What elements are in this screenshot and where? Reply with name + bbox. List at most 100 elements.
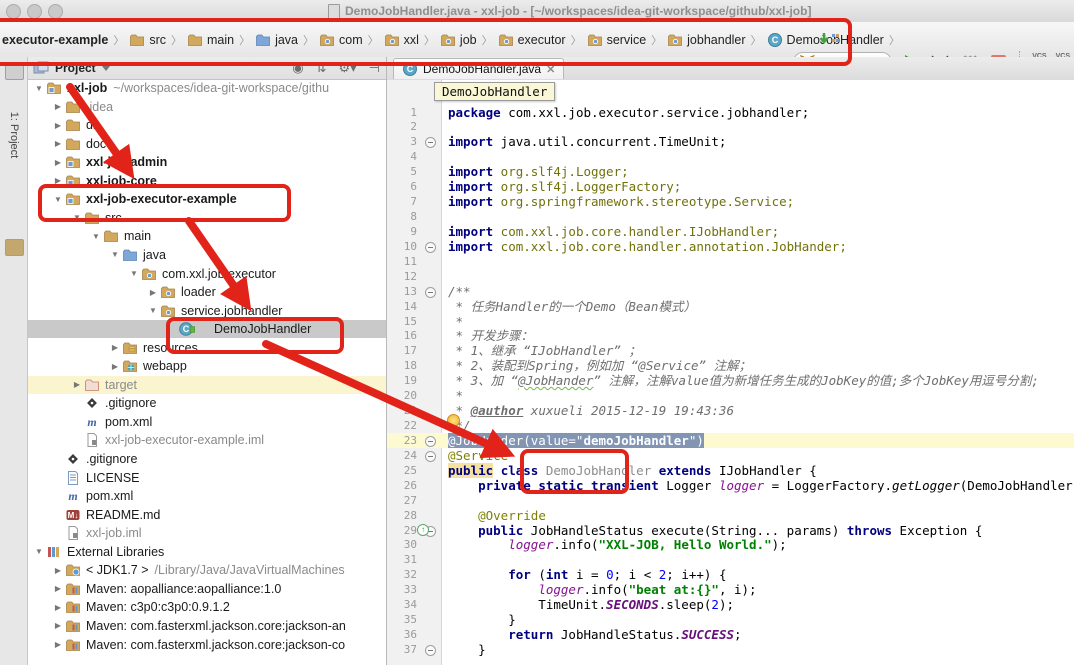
tree-item-db[interactable]: ▶db — [28, 116, 386, 134]
tree-item-com-xxl-job-executor[interactable]: ▼com.xxl.job.executor — [28, 265, 386, 283]
tree-chevron-icon[interactable]: ▼ — [51, 195, 65, 204]
tree-chevron-icon[interactable]: ▶ — [51, 102, 65, 111]
tree-chevron-icon[interactable]: ▼ — [127, 269, 141, 278]
tree-chevron-icon[interactable]: ▼ — [32, 547, 46, 556]
tree-chevron-icon[interactable]: ▼ — [32, 84, 46, 93]
tree-item-license[interactable]: LICENSE — [28, 469, 386, 487]
tree-chevron-icon[interactable]: ▶ — [51, 121, 65, 130]
tree-item-xxl-job[interactable]: ▼xxl-job~/workspaces/idea-git-workspace/… — [28, 79, 386, 97]
tree-chevron-icon[interactable]: ▼ — [70, 213, 84, 222]
tree-item-loader[interactable]: ▶loader — [28, 283, 386, 301]
fold-marker-icon[interactable] — [425, 137, 436, 148]
settings-gear-button[interactable]: ⚙▾ — [338, 60, 356, 76]
tree-item-resources[interactable]: ▶resources — [28, 339, 386, 357]
code-line-20: 20 * — [387, 388, 1074, 403]
tree-chevron-icon[interactable]: ▶ — [51, 158, 65, 167]
hide-panel-button[interactable]: ⊣ — [369, 60, 380, 76]
pkg-icon — [440, 32, 456, 48]
chevron-down-icon[interactable] — [102, 66, 110, 71]
collapse-all-button[interactable]: ⇅ — [316, 60, 327, 76]
tree-chevron-icon[interactable]: ▶ — [51, 621, 65, 630]
breadcrumb-item-java[interactable]: java — [255, 32, 298, 48]
tree-item-external-libraries[interactable]: ▼External Libraries — [28, 543, 386, 561]
intention-bulb-icon[interactable] — [447, 414, 458, 428]
tree-item-readme-md[interactable]: M↓README.md — [28, 506, 386, 524]
breadcrumb-item-service[interactable]: service — [587, 32, 647, 48]
folder-icon — [65, 99, 83, 115]
tree-item-xxl-job-executor-example[interactable]: ▼xxl-job-executor-example — [28, 190, 386, 208]
breadcrumb-item-main[interactable]: main — [187, 32, 234, 48]
code-text: @Service — [448, 448, 508, 463]
minimize-window-button[interactable] — [27, 4, 42, 19]
tree-chevron-icon[interactable]: ▼ — [146, 306, 160, 315]
fold-marker-icon[interactable] — [425, 287, 436, 298]
tree-item-demojobhandler[interactable]: CDemoJobHandler — [28, 320, 386, 338]
tree-chevron-icon[interactable]: ▶ — [51, 584, 65, 593]
tree-chevron-icon[interactable]: ▶ — [51, 566, 65, 575]
tree-item-pom-xml[interactable]: mpom.xml — [28, 413, 386, 431]
tree-item-src[interactable]: ▼src — [28, 209, 386, 227]
breadcrumb-item-jobhandler[interactable]: jobhandler — [667, 32, 745, 48]
close-tab-icon[interactable]: ✕ — [546, 63, 555, 76]
tree-item-xxl-job-admin[interactable]: ▶xxl-job-admin — [28, 153, 386, 171]
tree-item-maven-com-fasterxml-jackson-core-jackson-an[interactable]: ▶ Maven: com.fasterxml.jackson.core:jacks… — [28, 617, 386, 635]
breadcrumb-item-executor-example[interactable]: executor-example — [2, 33, 108, 47]
tree-item-doc[interactable]: ▶doc — [28, 135, 386, 153]
breadcrumb-label: xxl — [404, 33, 419, 47]
class-icon: C — [402, 61, 418, 77]
close-window-button[interactable] — [6, 4, 21, 19]
stripe-window-icon[interactable] — [5, 63, 24, 80]
tree-chevron-icon[interactable]: ▶ — [108, 362, 122, 371]
tree-item-webapp[interactable]: ▶webapp — [28, 357, 386, 375]
tree-chevron-icon[interactable]: ▶ — [51, 139, 65, 148]
tree-item--gitignore[interactable]: .gitignore — [28, 450, 386, 468]
tree-item-target[interactable]: ▶target — [28, 376, 386, 394]
tree-chevron-icon[interactable]: ▶ — [70, 380, 84, 389]
breadcrumb-item-src[interactable]: src — [129, 32, 166, 48]
tree-item--idea[interactable]: ▶.idea — [28, 98, 386, 116]
tree-chevron-icon[interactable]: ▶ — [51, 603, 65, 612]
tree-item--jdk1-7-[interactable]: ▶< JDK1.7 >/Library/Java/JavaVirtualMach… — [28, 561, 386, 579]
breadcrumb-item-executor[interactable]: executor — [498, 32, 566, 48]
tree-item-service-jobhandler[interactable]: ▼service.jobhandler — [28, 302, 386, 320]
stripe-project-icon[interactable] — [5, 239, 24, 256]
tree-item-java[interactable]: ▼java — [28, 246, 386, 264]
tab-demojobhandler[interactable]: C DemoJobHandler.java ✕ — [393, 58, 564, 79]
maximize-window-button[interactable] — [48, 4, 63, 19]
tree-item-maven-c3p0-c3p0-0-9-1-2[interactable]: ▶Maven: c3p0:c3p0:0.9.1.2 — [28, 598, 386, 616]
breadcrumb-item-job[interactable]: job — [440, 32, 477, 48]
tree-item-label: Maven: com.fasterxml.jackson.core:jackso… — [86, 619, 346, 633]
tree-chevron-icon[interactable]: ▶ — [51, 640, 65, 649]
maven-icon: m — [65, 488, 83, 504]
locate-file-button[interactable]: ◉ — [292, 60, 303, 76]
navigate-down-icon[interactable] — [818, 31, 842, 49]
tree-item-label: README.md — [86, 508, 160, 522]
breadcrumb-label: executor-example — [2, 33, 108, 47]
fold-marker-icon[interactable] — [425, 451, 436, 462]
tree-item-maven-aopalliance-aopalliance-1-0[interactable]: ▶Maven: aopalliance:aopalliance:1.0 — [28, 580, 386, 598]
fold-marker-icon[interactable] — [425, 645, 436, 656]
license-icon — [65, 470, 83, 486]
editor-text-area[interactable]: 1package com.xxl.job.executor.service.jo… — [387, 80, 1074, 665]
breadcrumb-item-com[interactable]: com — [319, 32, 363, 48]
tree-item-xxl-job-core[interactable]: ▶xxl-job-core — [28, 172, 386, 190]
tree-item-label: < JDK1.7 > — [86, 563, 149, 577]
tree-item-main[interactable]: ▼main — [28, 227, 386, 245]
code-line-11: 11 — [387, 254, 1074, 269]
tree-chevron-icon[interactable]: ▶ — [108, 343, 122, 352]
override-method-gutter-icon[interactable]: ↑ — [417, 524, 429, 536]
tree-chevron-icon[interactable]: ▶ — [51, 176, 65, 185]
tree-item--gitignore[interactable]: .gitignore — [28, 394, 386, 412]
tree-item-maven-com-fasterxml-jackson-core-jackson-co[interactable]: ▶Maven: com.fasterxml.jackson.core:jacks… — [28, 636, 386, 654]
fold-marker-icon[interactable] — [425, 242, 436, 253]
tree-chevron-icon[interactable]: ▶ — [146, 288, 160, 297]
project-tool-window-button[interactable]: 1: Project — [8, 93, 20, 177]
tree-chevron-icon[interactable]: ▼ — [89, 232, 103, 241]
tree-item-pom-xml[interactable]: mpom.xml — [28, 487, 386, 505]
fold-marker-icon[interactable] — [425, 436, 436, 447]
tree-chevron-icon[interactable]: ▼ — [108, 250, 122, 259]
tree-item-xxl-job-executor-example-iml[interactable]: xxl-job-executor-example.iml — [28, 431, 386, 449]
code-line-21: 21 * @author xuxueli 2015-12-19 19:43:36 — [387, 403, 1074, 418]
breadcrumb-item-xxl[interactable]: xxl — [384, 32, 419, 48]
tree-item-xxl-job-iml[interactable]: xxl-job.iml — [28, 524, 386, 542]
